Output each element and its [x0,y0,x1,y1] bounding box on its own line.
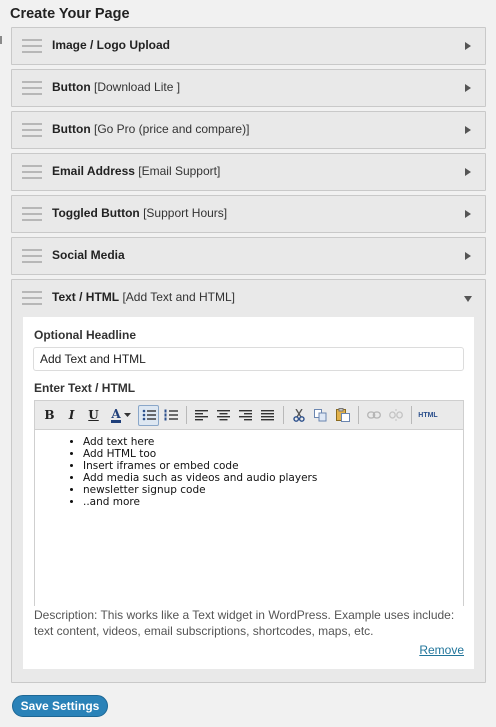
panel-email-address[interactable]: Email Address [Email Support] [11,153,486,191]
toolbar-separator [186,406,187,424]
align-left-button[interactable] [191,405,212,426]
expand-arrow-icon[interactable] [465,210,471,218]
panel-title: Toggled Button [Support Hours] [52,206,228,220]
description-text: Description: This works like a Text widg… [34,608,455,638]
paste-button[interactable] [332,405,353,426]
expand-arrow-icon[interactable] [465,126,471,134]
headline-input[interactable] [33,347,464,371]
panel-title: Image / Logo Upload [52,38,171,52]
align-justify-button[interactable] [257,405,278,426]
panel-header[interactable]: Social Media [12,238,485,274]
drag-handle-icon[interactable] [22,165,42,179]
drag-handle-icon[interactable] [22,207,42,221]
bullet-list-icon [142,409,156,421]
copy-icon [314,408,327,421]
bold-button[interactable]: B [39,405,60,426]
italic-button[interactable]: I [61,405,82,426]
unlink-button[interactable] [385,405,406,426]
panel-header[interactable]: Button [Go Pro (price and compare)] [12,112,485,148]
save-settings-button[interactable]: Save Settings [12,695,108,717]
list-item: Add media such as videos and audio playe… [83,472,463,484]
panel-image-logo-upload[interactable]: Image / Logo Upload [11,27,486,65]
remove-link[interactable]: Remove [419,643,464,657]
panel-text-html[interactable]: Text / HTML [Add Text and HTML] Optional… [11,279,486,683]
panel-title: Text / HTML [Add Text and HTML] [52,290,235,304]
page-title: Create Your Page [10,6,130,22]
toolbar-separator [358,406,359,424]
list-item: Add HTML too [83,448,463,460]
list-item: Insert iframes or embed code [83,460,463,472]
unlink-icon [388,409,403,421]
align-right-icon [239,409,252,420]
toolbar-separator [283,406,284,424]
editor-toolbar: B I U A HTML [35,401,463,430]
panel-title: Button [Download Lite ] [52,80,181,94]
text-color-button[interactable]: A [105,405,137,426]
align-justify-icon [261,409,274,420]
expand-arrow-icon[interactable] [465,168,471,176]
drag-handle-icon[interactable] [22,291,42,305]
drag-handle-icon[interactable] [22,123,42,137]
panel-header[interactable]: Toggled Button [Support Hours] [12,196,485,232]
numbered-list-icon [164,409,178,421]
align-left-icon [195,409,208,420]
expand-arrow-icon[interactable] [465,42,471,50]
cut-button[interactable] [288,405,309,426]
underline-button[interactable]: U [83,405,104,426]
bullet-list: Add text here Add HTML too Insert iframe… [83,436,463,508]
panel-button-go-pro[interactable]: Button [Go Pro (price and compare)] [11,111,486,149]
list-item: ..and more [83,496,463,508]
panel-header[interactable]: Email Address [Email Support] [12,154,485,190]
insert-link-button[interactable] [363,405,384,426]
dropdown-arrow-icon [123,412,131,417]
collapse-arrow-icon[interactable] [464,296,472,302]
panel-header[interactable]: Image / Logo Upload [12,28,485,64]
edge-marker [0,36,3,44]
drag-handle-icon[interactable] [22,39,42,53]
align-center-icon [217,409,230,420]
panel-title: Button [Go Pro (price and compare)] [52,122,250,136]
panel-header[interactable]: Text / HTML [Add Text and HTML] [12,280,485,316]
expand-arrow-icon[interactable] [465,252,471,260]
bullet-list-button[interactable] [138,404,159,426]
panel-body: Optional Headline Enter Text / HTML B I … [23,317,474,669]
align-center-button[interactable] [213,405,234,426]
rich-text-editor[interactable]: B I U A HTML • Add text here • Add HTML … [34,400,464,606]
link-icon [366,411,381,419]
headline-label: Optional Headline [34,328,137,342]
drag-handle-icon[interactable] [22,81,42,95]
panel-toggled-button[interactable]: Toggled Button [Support Hours] [11,195,486,233]
drag-handle-icon[interactable] [22,249,42,263]
panel-button-download-lite[interactable]: Button [Download Lite ] [11,69,486,107]
copy-button[interactable] [310,405,331,426]
editor-content[interactable]: Add text here Add HTML too Insert iframe… [35,430,463,606]
panel-social-media[interactable]: Social Media [11,237,486,275]
paste-icon [335,408,350,422]
scissors-icon [292,408,305,422]
numbered-list-button[interactable] [160,405,181,426]
text-color-icon: A [111,406,121,423]
list-item: Add text here [83,436,463,448]
html-mode-button[interactable]: HTML [416,405,440,426]
panel-header[interactable]: Button [Download Lite ] [12,70,485,106]
text-html-label: Enter Text / HTML [34,381,136,395]
panel-title: Social Media [52,248,125,262]
expand-arrow-icon[interactable] [465,84,471,92]
panel-title: Email Address [Email Support] [52,164,221,178]
toolbar-separator [411,406,412,424]
align-right-button[interactable] [235,405,256,426]
list-item: newsletter signup code [83,484,463,496]
